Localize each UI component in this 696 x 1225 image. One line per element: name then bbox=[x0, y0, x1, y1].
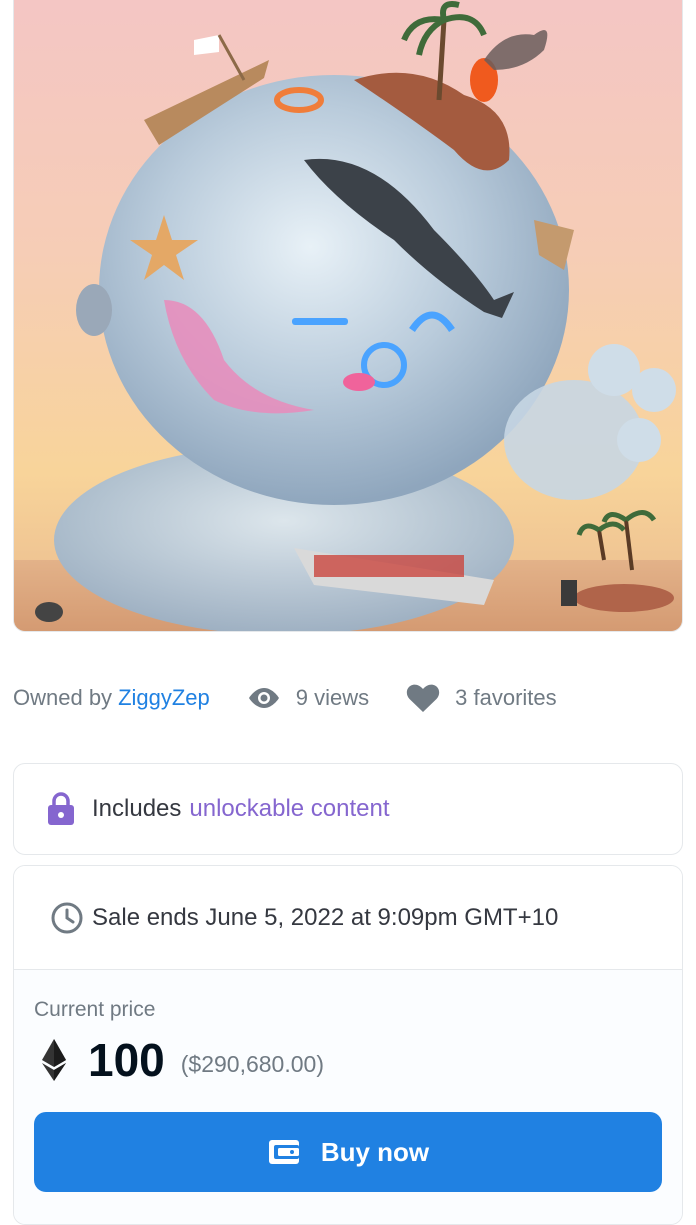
buy-now-button[interactable]: Buy now bbox=[34, 1112, 662, 1192]
ethereum-icon bbox=[40, 1038, 68, 1082]
price-row: 100 ($290,680.00) bbox=[34, 1032, 662, 1088]
nft-artwork-image bbox=[14, 1, 682, 631]
price-section: Current price 100 ($290,680.00) Buy now bbox=[14, 970, 682, 1224]
buy-now-label: Buy now bbox=[320, 1136, 430, 1167]
views-count: 9 views bbox=[246, 680, 369, 716]
price-value: 100 bbox=[88, 1034, 165, 1086]
unlockable-prefix: Includes bbox=[92, 795, 182, 822]
owner-link[interactable]: ZiggyZep bbox=[118, 685, 210, 711]
price-label: Current price bbox=[34, 998, 156, 1021]
unlockable-content-card[interactable]: Includes unlockable content bbox=[13, 763, 683, 855]
clock-icon bbox=[50, 901, 84, 935]
eye-icon bbox=[246, 680, 282, 716]
sale-end-text: Sale ends June 5, 2022 at 9:09pm GMT+10 bbox=[92, 903, 559, 931]
lock-icon bbox=[46, 792, 76, 826]
nft-artwork[interactable] bbox=[13, 0, 683, 632]
wallet-icon bbox=[267, 1137, 301, 1167]
item-meta-row: Owned by ZiggyZep 9 views 3 favorites bbox=[13, 676, 683, 720]
price-usd: ($290,680.00) bbox=[180, 1050, 324, 1077]
favorites-count[interactable]: 3 favorites bbox=[405, 680, 557, 716]
favorites-text: 3 favorites bbox=[455, 685, 557, 710]
sale-end-row: Sale ends June 5, 2022 at 9:09pm GMT+10 bbox=[14, 866, 682, 970]
views-text: 9 views bbox=[295, 685, 370, 710]
owner-label: Owned by bbox=[13, 685, 113, 710]
heart-icon bbox=[405, 680, 441, 716]
sale-panel: Sale ends June 5, 2022 at 9:09pm GMT+10 … bbox=[13, 865, 683, 1225]
unlockable-content-link[interactable]: unlockable content bbox=[189, 795, 389, 823]
